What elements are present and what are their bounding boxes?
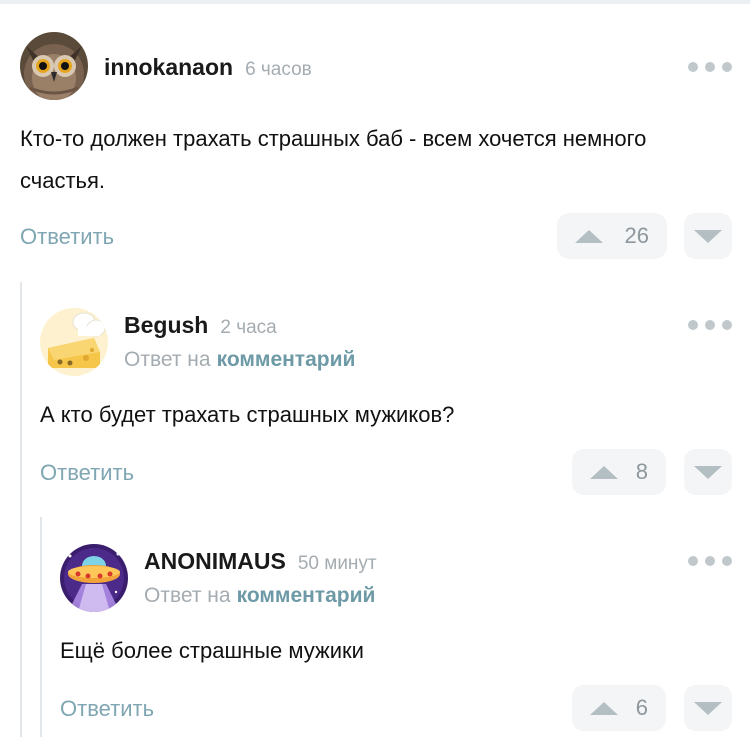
arrow-up-icon bbox=[590, 465, 618, 479]
username[interactable]: innokanaon 6 часов bbox=[104, 54, 312, 81]
upvote-button[interactable]: 26 bbox=[557, 213, 667, 259]
cheese-chef-avatar-icon[interactable] bbox=[40, 308, 108, 376]
vote-count: 8 bbox=[635, 459, 648, 484]
timestamp: 6 часов bbox=[245, 59, 312, 80]
arrow-up-icon bbox=[575, 229, 603, 243]
arrow-down-icon bbox=[694, 701, 722, 715]
arrow-down-icon bbox=[694, 229, 722, 243]
upvote-button[interactable]: 8 bbox=[572, 449, 666, 495]
reply-button[interactable]: Ответить bbox=[40, 460, 134, 486]
vote-count: 6 bbox=[635, 695, 648, 720]
vote-count: 26 bbox=[624, 223, 649, 248]
top-divider bbox=[0, 0, 750, 4]
ufo-avatar-icon[interactable] bbox=[60, 544, 128, 612]
downvote-button[interactable] bbox=[684, 685, 732, 731]
timestamp: 2 часа bbox=[220, 317, 277, 338]
timestamp: 50 минут bbox=[297, 553, 377, 574]
thread-line bbox=[40, 517, 42, 737]
username-text[interactable]: Begush bbox=[124, 312, 208, 338]
owl-avatar-icon[interactable] bbox=[20, 32, 88, 100]
arrow-up-icon bbox=[590, 701, 618, 715]
reply-to-label: Ответ на bbox=[144, 584, 231, 607]
reply-to-link[interactable]: комментарий bbox=[237, 584, 376, 607]
username[interactable]: Begush 2 часа bbox=[124, 312, 277, 339]
username-text[interactable]: ANONIMAUS bbox=[144, 548, 286, 574]
reply-to: Ответ на комментарий bbox=[124, 348, 355, 372]
comment-text: Ещё более страшные мужики bbox=[60, 638, 364, 663]
reply-to-link[interactable]: комментарий bbox=[217, 348, 356, 371]
username-text[interactable]: innokanaon bbox=[104, 54, 233, 80]
reply-button[interactable]: Ответить bbox=[60, 696, 154, 722]
downvote-button[interactable] bbox=[684, 213, 732, 259]
more-options-icon[interactable] bbox=[688, 555, 732, 567]
thread-line bbox=[20, 282, 22, 737]
downvote-button[interactable] bbox=[684, 449, 732, 495]
comment-text: Кто-то должен трахать страшных баб - все… bbox=[20, 126, 647, 193]
reply-to-label: Ответ на bbox=[124, 348, 211, 371]
username[interactable]: ANONIMAUS 50 минут bbox=[144, 548, 377, 575]
more-options-icon[interactable] bbox=[688, 61, 732, 73]
reply-to: Ответ на комментарий bbox=[144, 584, 375, 608]
more-options-icon[interactable] bbox=[688, 319, 732, 331]
upvote-button[interactable]: 6 bbox=[572, 685, 666, 731]
reply-button[interactable]: Ответить bbox=[20, 224, 114, 250]
arrow-down-icon bbox=[694, 465, 722, 479]
comment-text: А кто будет трахать страшных мужиков? bbox=[40, 402, 455, 427]
